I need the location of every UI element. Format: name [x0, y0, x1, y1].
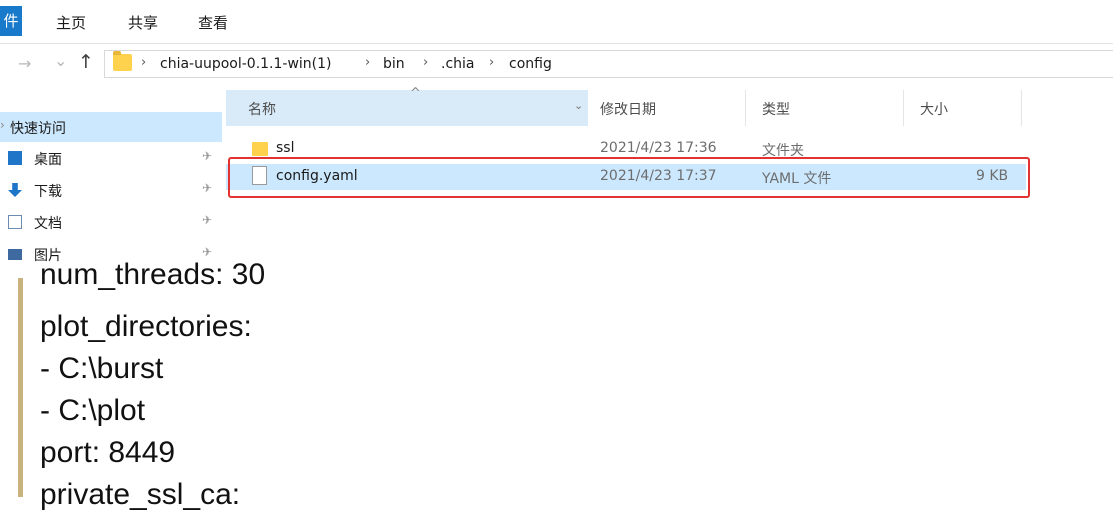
pin-icon[interactable]: ✈ — [202, 181, 212, 195]
file-name: ssl — [276, 140, 295, 156]
red-highlight-box — [228, 157, 1030, 198]
pin-icon[interactable]: ✈ — [202, 213, 212, 227]
breadcrumb-item[interactable]: config — [509, 56, 552, 72]
config-line-partial: private_ssl_ca: — [40, 478, 241, 511]
overlay-left-border — [18, 278, 23, 497]
chevron-right-icon[interactable]: › — [423, 55, 428, 70]
up-icon[interactable]: ↑ — [78, 51, 94, 73]
folder-icon — [113, 51, 132, 71]
chevron-right-icon[interactable]: › — [489, 55, 494, 70]
sidebar-item-label: 下载 — [34, 184, 62, 200]
tab-view[interactable]: 查看 — [198, 12, 228, 33]
column-header-row: ^ 名称 ⌄ 修改日期 类型 大小 — [226, 86, 1026, 126]
file-tab[interactable]: 件 — [0, 6, 22, 36]
folder-icon — [252, 142, 268, 156]
config-line: port: 8449 — [40, 436, 176, 469]
forward-icon[interactable]: → — [18, 54, 31, 73]
chevron-right-icon[interactable]: › — [365, 55, 370, 70]
sidebar-item-label: 文档 — [34, 216, 62, 232]
recent-dropdown-icon[interactable]: ⌄ — [54, 51, 67, 70]
column-header-size[interactable]: 大小 — [920, 99, 948, 119]
pin-icon[interactable]: ✈ — [202, 245, 212, 259]
sort-ascending-icon: ^ — [410, 86, 421, 101]
pictures-icon — [8, 249, 22, 260]
breadcrumb-item[interactable]: bin — [383, 56, 405, 72]
sidebar-item-downloads[interactable]: 下载 ✈ — [0, 178, 222, 204]
sidebar-item-desktop[interactable]: 桌面 ✈ — [0, 146, 222, 172]
column-divider[interactable] — [1021, 90, 1022, 126]
config-line-partial: num_threads: 30 — [40, 258, 266, 291]
tab-home[interactable]: 主页 — [56, 12, 86, 33]
chevron-right-icon[interactable]: › — [141, 55, 146, 70]
column-divider[interactable] — [745, 90, 746, 126]
config-line: - C:\burst — [40, 352, 164, 385]
expand-icon[interactable]: › — [0, 118, 5, 132]
document-icon — [8, 215, 22, 229]
download-icon — [8, 183, 22, 197]
address-row: → ⌄ ↑ › chia-uupool-0.1.1-win(1) › bin ›… — [0, 44, 1113, 82]
column-header-type[interactable]: 类型 — [762, 99, 790, 119]
config-text-overlay: num_threads: 30 plot_directories: - C:\b… — [0, 258, 1113, 511]
column-dropdown-icon[interactable]: ⌄ — [574, 99, 583, 112]
sidebar-item-label: 桌面 — [34, 152, 62, 168]
column-header-name[interactable]: 名称 — [248, 99, 276, 119]
pin-icon[interactable]: ✈ — [202, 149, 212, 163]
breadcrumb-item[interactable]: chia-uupool-0.1.1-win(1) — [160, 56, 332, 72]
column-header-date[interactable]: 修改日期 — [600, 99, 656, 119]
file-date: 2021/4/23 17:36 — [600, 140, 717, 156]
config-line: - C:\plot — [40, 394, 146, 427]
sidebar-item-documents[interactable]: 文档 ✈ — [0, 210, 222, 236]
tab-share[interactable]: 共享 — [128, 12, 158, 33]
address-bar[interactable]: › chia-uupool-0.1.1-win(1) › bin › .chia… — [104, 50, 1113, 78]
navigation-pane: › 快速访问 桌面 ✈ 下载 ✈ 文档 ✈ 图片 ✈ — [0, 92, 225, 278]
name-column-header[interactable]: ^ 名称 ⌄ — [226, 86, 588, 126]
quick-access-label: 快速访问 — [10, 121, 66, 137]
breadcrumb-item[interactable]: .chia — [441, 56, 475, 72]
ribbon: 件 主页 共享 查看 — [0, 0, 1113, 44]
config-line: plot_directories: — [40, 310, 252, 343]
desktop-icon — [8, 151, 22, 165]
column-divider[interactable] — [903, 90, 904, 126]
quick-access[interactable]: › 快速访问 — [0, 112, 222, 142]
